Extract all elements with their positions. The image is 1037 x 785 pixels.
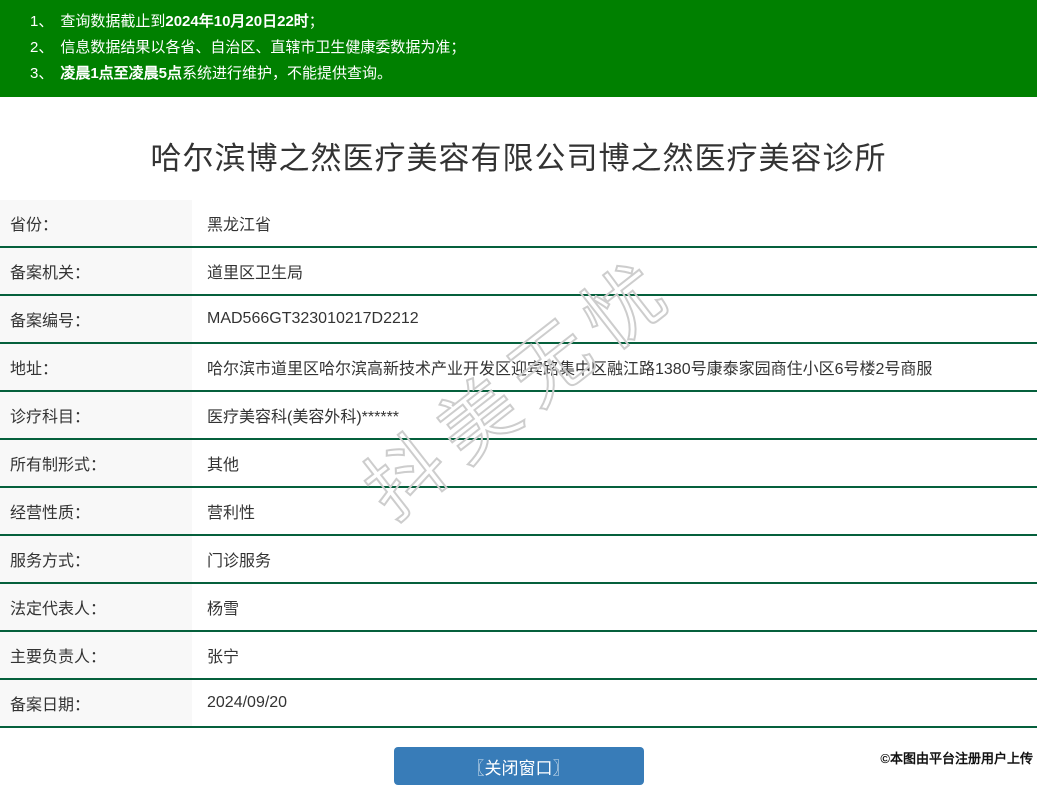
- row-label: 备案日期：: [0, 680, 192, 726]
- notice-number: 2、: [30, 39, 54, 56]
- row-label: 法定代表人：: [0, 584, 192, 630]
- row-filing-date: 备案日期： 2024/09/20: [0, 680, 1037, 728]
- notice-text: ；: [308, 13, 324, 30]
- notice-line-1: 1、 查询数据截止到2024年10月20日22时；: [30, 9, 1027, 35]
- row-address: 地址： 哈尔滨市道里区哈尔滨高新技术产业开发区迎宾路集中区融江路1380号康泰家…: [0, 344, 1037, 392]
- row-value: 医疗美容科(美容外科)******: [207, 409, 400, 426]
- notice-number: 1、: [30, 13, 54, 30]
- row-value: 道里区卫生局: [207, 265, 304, 282]
- notice-text: 信息数据结果以各省、自治区、直辖市卫生健康委数据为准；: [60, 39, 466, 56]
- row-value: 营利性: [207, 505, 256, 522]
- row-province: 省份： 黑龙江省: [0, 200, 1037, 248]
- row-value: MAD566GT323010217D2212: [207, 310, 419, 327]
- row-legal-representative: 法定代表人： 杨雪: [0, 584, 1037, 632]
- row-value: 杨雪: [207, 601, 240, 618]
- row-label: 经营性质：: [0, 488, 192, 534]
- copyright-stamp: ©本图由平台注册用户上传: [880, 751, 1033, 766]
- row-value: 门诊服务: [207, 553, 272, 570]
- notice-text-bold: 2024年10月20日22时: [165, 13, 309, 30]
- row-label: 所有制形式：: [0, 440, 192, 486]
- row-principal: 主要负责人： 张宁: [0, 632, 1037, 680]
- row-value: 黑龙江省: [207, 217, 272, 234]
- row-service-mode: 服务方式： 门诊服务: [0, 536, 1037, 584]
- row-filing-number: 备案编号： MAD566GT323010217D2212: [0, 296, 1037, 344]
- row-value: 张宁: [207, 649, 240, 666]
- notice-text: 查询数据截止到: [60, 13, 166, 30]
- notice-line-3: 3、 凌晨1点至凌晨5点系统进行维护，不能提供查询。: [30, 61, 1027, 87]
- row-label: 地址：: [0, 344, 192, 390]
- notice-text-bold: 凌晨1点至凌晨5点: [60, 65, 183, 82]
- notice-number: 3、: [30, 65, 54, 82]
- row-value: 其他: [207, 457, 240, 474]
- notice-banner: 1、 查询数据截止到2024年10月20日22时； 2、 信息数据结果以各省、自治区…: [0, 0, 1037, 97]
- row-ownership-form: 所有制形式： 其他: [0, 440, 1037, 488]
- row-label: 省份：: [0, 200, 192, 246]
- row-label: 备案编号：: [0, 296, 192, 342]
- close-window-button[interactable]: 〖关闭窗口〗: [393, 747, 644, 785]
- row-value: 哈尔滨市道里区哈尔滨高新技术产业开发区迎宾路集中区融江路1380号康泰家园商住小…: [207, 361, 933, 378]
- notice-line-2: 2、 信息数据结果以各省、自治区、直辖市卫生健康委数据为准；: [30, 35, 1027, 61]
- row-label: 服务方式：: [0, 536, 192, 582]
- row-operating-nature: 经营性质： 营利性: [0, 488, 1037, 536]
- row-label: 诊疗科目：: [0, 392, 192, 438]
- row-label: 备案机关：: [0, 248, 192, 294]
- row-filing-authority: 备案机关： 道里区卫生局: [0, 248, 1037, 296]
- row-label: 主要负责人：: [0, 632, 192, 678]
- row-medical-departments: 诊疗科目： 医疗美容科(美容外科)******: [0, 392, 1037, 440]
- row-value: 2024/09/20: [207, 694, 288, 711]
- institution-info-table: 省份： 黑龙江省 备案机关： 道里区卫生局 备案编号： MAD566GT3230…: [0, 200, 1037, 728]
- page-title: 哈尔滨博之然医疗美容有限公司博之然医疗美容诊所: [150, 141, 887, 176]
- notice-text: 系统进行维护，不能提供查询。: [182, 65, 393, 82]
